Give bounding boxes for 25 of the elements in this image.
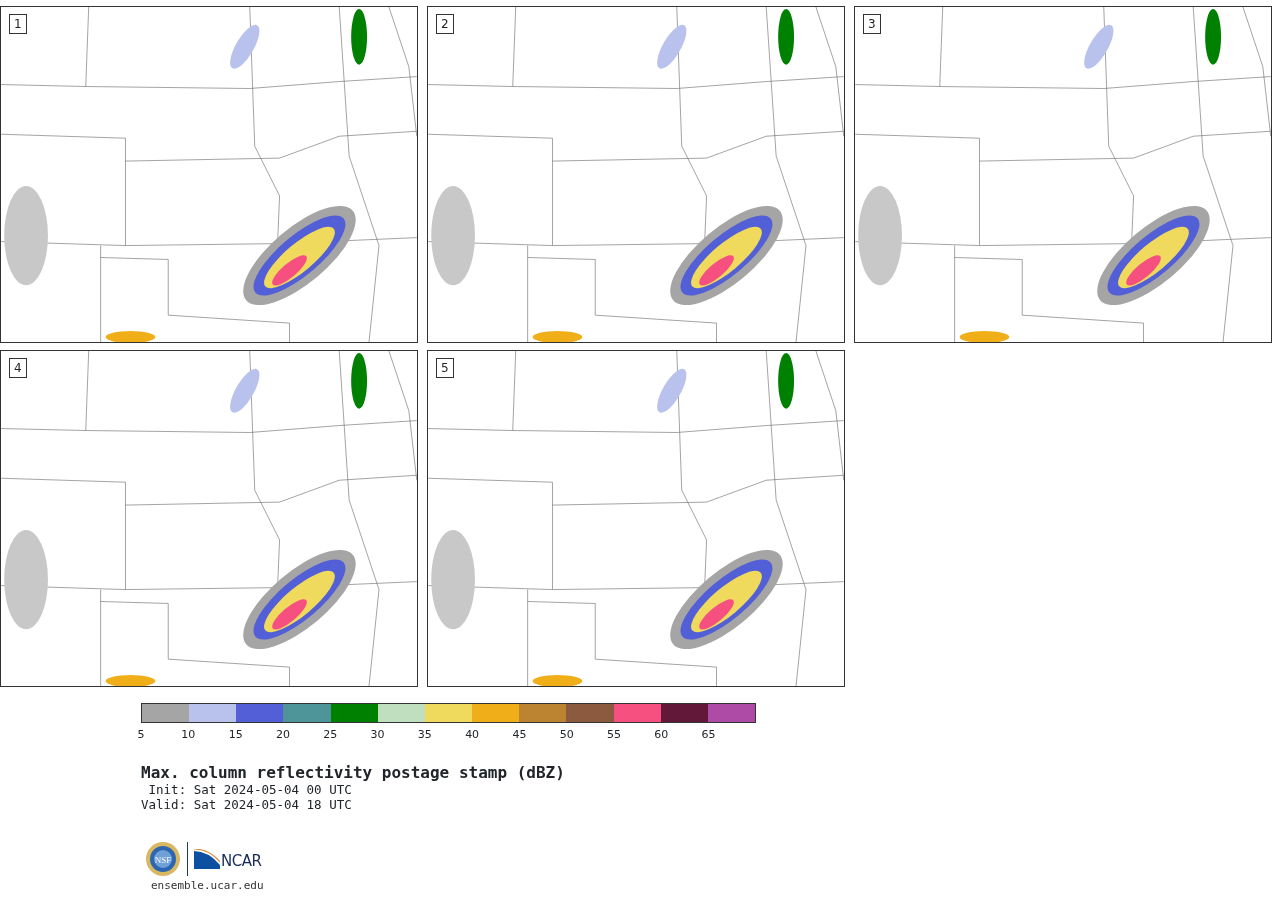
panel-number: 5 [436, 358, 454, 378]
tick-label: 35 [416, 727, 433, 740]
tick-label: 5 [136, 727, 146, 740]
valid-time: Valid: Sat 2024-05-04 18 UTC [141, 797, 353, 813]
panel-number: 4 [9, 358, 27, 378]
panel-number: 1 [9, 14, 27, 34]
tick-label: 50 [558, 727, 575, 740]
swoosh-icon [194, 848, 220, 869]
init-time: Init: Sat 2024-05-04 00 UTC [147, 781, 353, 798]
tick-label: 55 [606, 727, 622, 740]
tick-label: 25 [322, 727, 339, 740]
tick-label: 65 [700, 727, 717, 740]
chart-title: Max. column reflectivity postage stamp (dBZ) [141, 764, 566, 782]
site-address: ensemble.ucar.edu [151, 878, 265, 893]
tick-label: 10 [180, 727, 197, 740]
tick-label: 60 [653, 727, 670, 740]
tick-label: 30 [369, 727, 386, 740]
tick-label: 15 [227, 727, 244, 740]
tick-label: 45 [511, 727, 528, 740]
panel-number: 2 [436, 14, 454, 34]
tick-label: 40 [464, 727, 481, 740]
tick-label: 20 [274, 727, 291, 740]
seal-logo-icon: NSF [145, 840, 181, 877]
brand-name: NCAR [221, 853, 262, 869]
panel-number: 3 [863, 14, 881, 34]
